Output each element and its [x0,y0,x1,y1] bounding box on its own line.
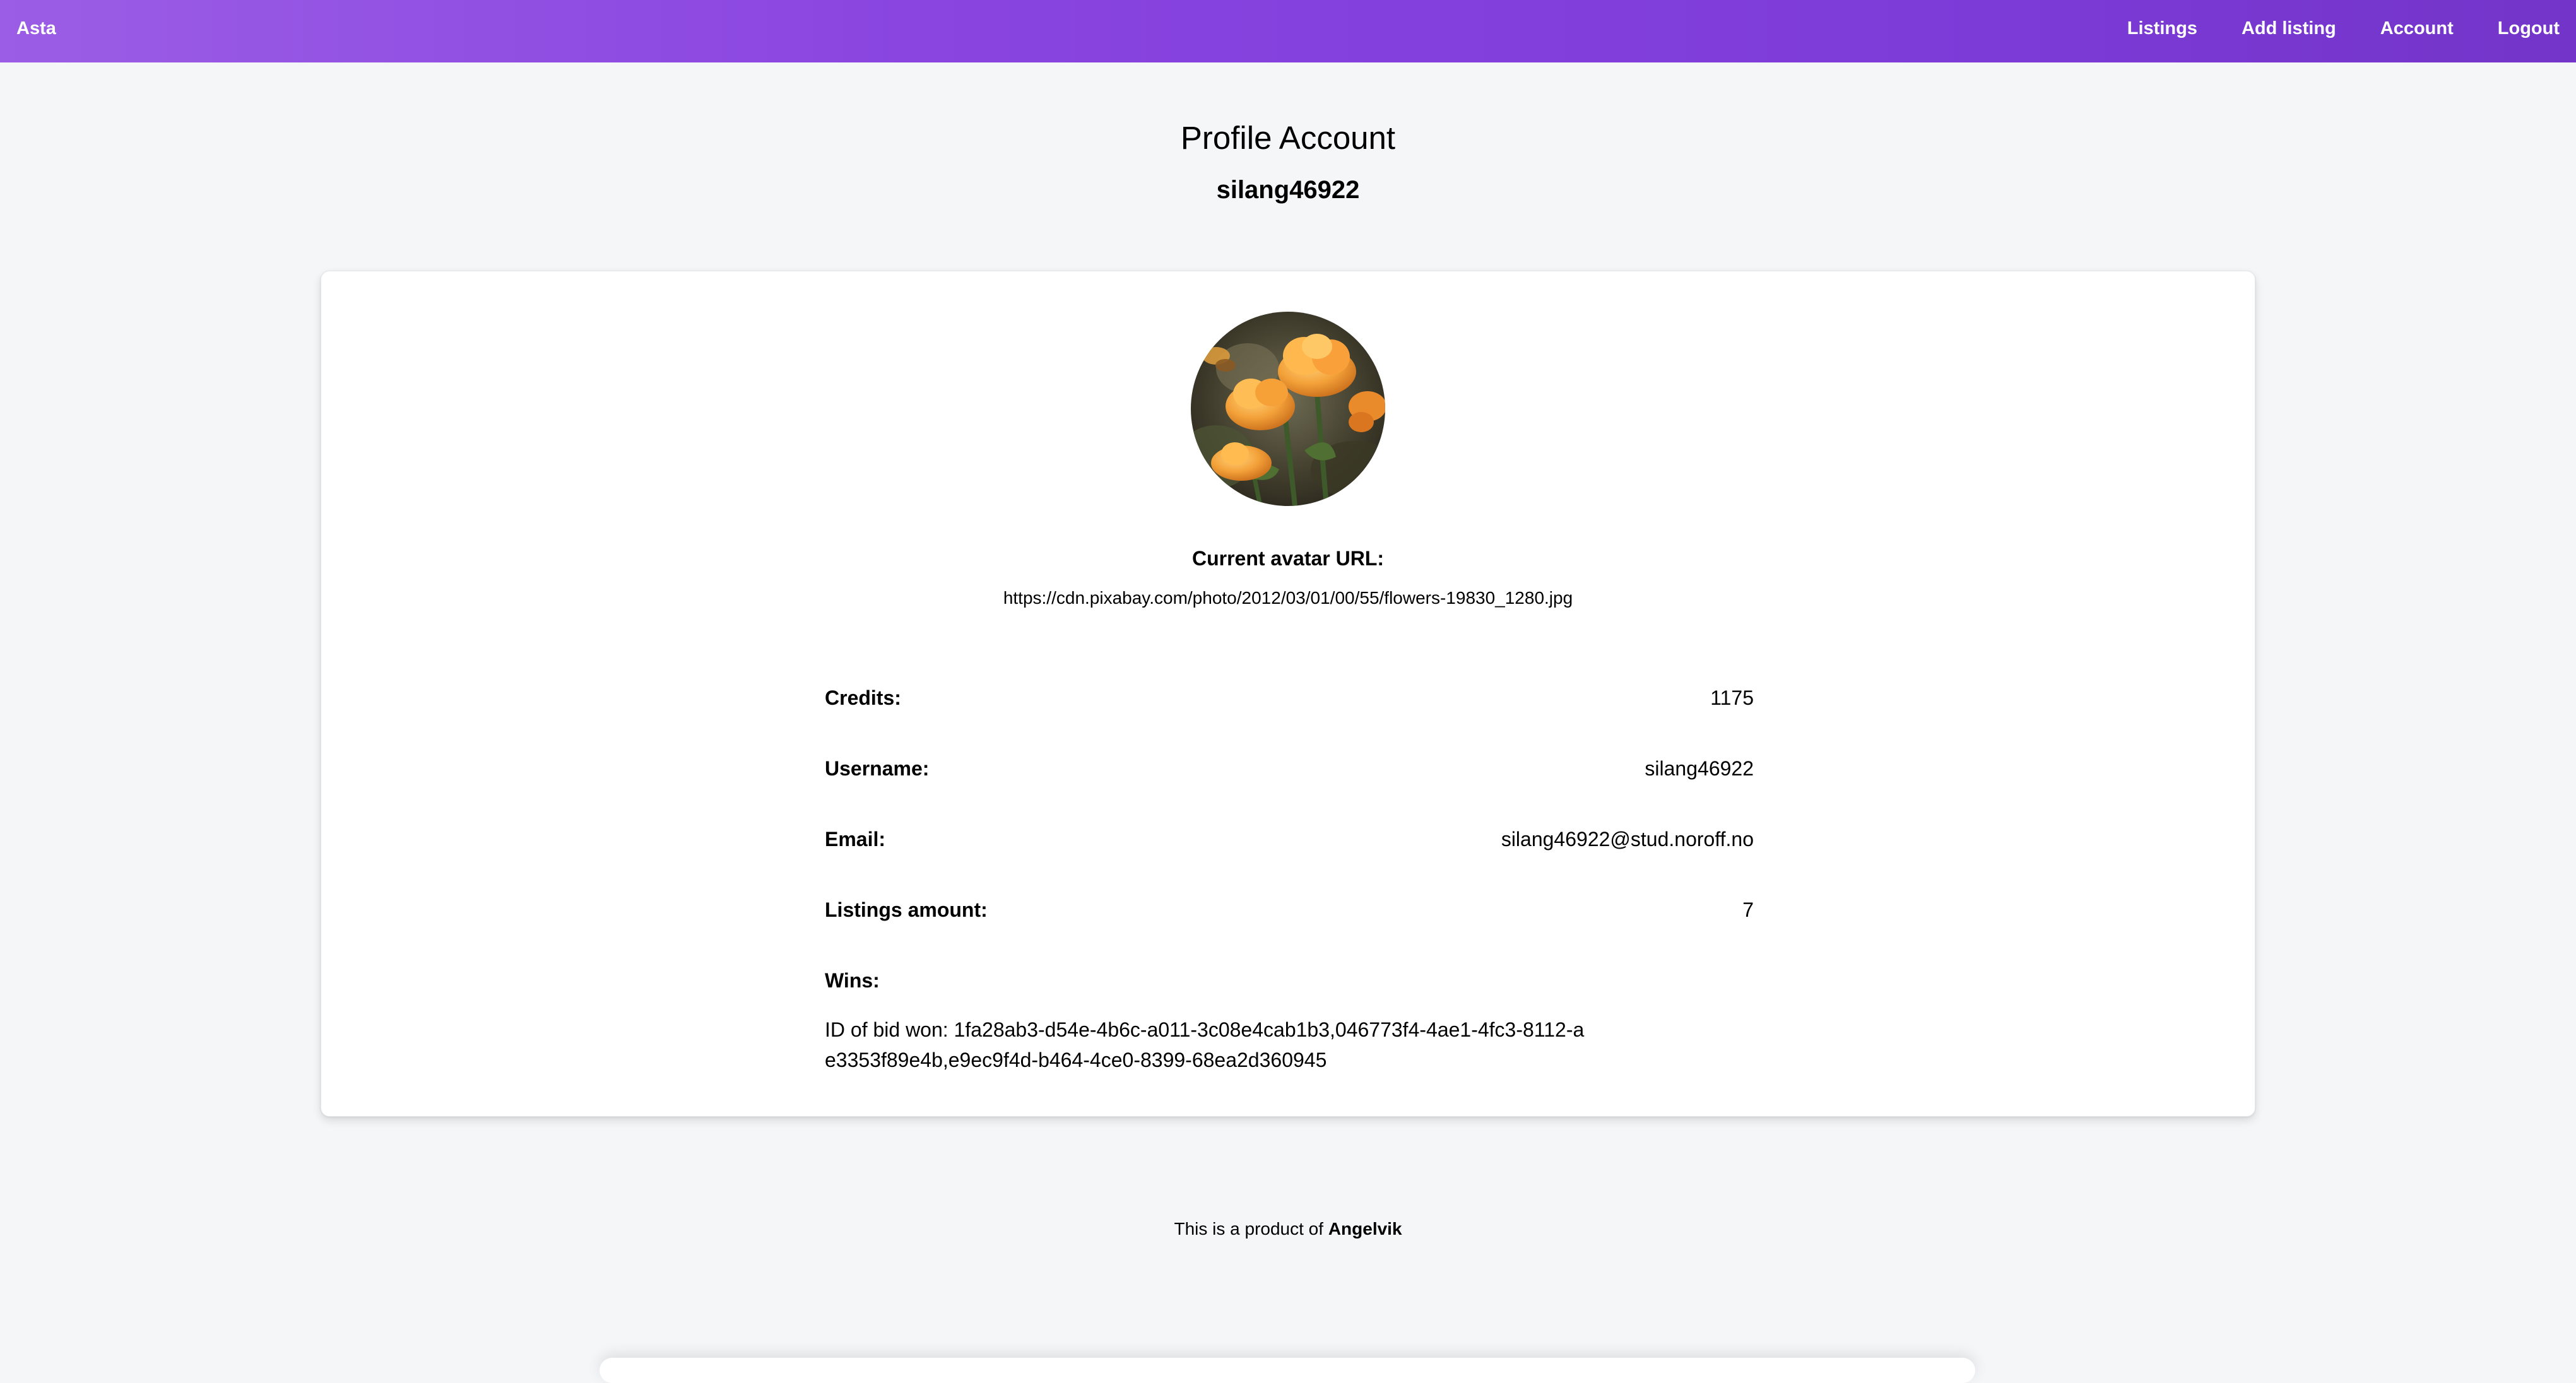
listings-amount-value: 7 [1742,898,1754,921]
footer-brand: Angelvik [1328,1219,1402,1239]
credits-label: Credits: [825,686,901,709]
detail-row-wins: Wins: [825,967,1754,994]
avatar [1191,312,1385,506]
footer-text: This is a product of [1174,1219,1324,1239]
avatar-image [1191,312,1385,506]
detail-row-credits: Credits: 1175 [825,684,1754,712]
avatar-url-label: Current avatar URL: [1191,547,1385,570]
bottom-overlay-panel-edge [600,1358,1975,1383]
nav-links: Listings Add listing Account Logout [2127,0,2576,62]
detail-row-listings-amount: Listings amount: 7 [825,896,1754,924]
page-title: Profile Account [1180,120,1396,156]
nav-link-account[interactable]: Account [2380,18,2454,45]
wins-bid-ids: ID of bid won: 1fa28ab3-d54e-4b6c-a011-3… [825,1018,1585,1071]
username-label: Username: [825,757,930,780]
page-footer: This is a product of Angelvik [0,1216,2576,1242]
top-navbar: Asta Listings Add listing Account Logout [0,0,2576,62]
profile-card: Current avatar URL: https://cdn.pixabay.… [321,271,2255,1117]
detail-row-email: Email: silang46922@stud.noroff.no [825,825,1754,853]
credits-value: 1175 [1710,686,1754,709]
profile-username-heading: silang46922 [1216,176,1360,204]
detail-row-username: Username: silang46922 [825,755,1754,782]
nav-link-logout[interactable]: Logout [2498,18,2560,45]
brand-link[interactable]: Asta [16,0,56,62]
email-label: Email: [825,828,886,850]
wins-label: Wins: [825,969,880,992]
username-value: silang46922 [1645,757,1754,780]
nav-link-listings[interactable]: Listings [2127,18,2197,45]
nav-link-add-listing[interactable]: Add listing [2242,18,2336,45]
email-value: silang46922@stud.noroff.no [1501,828,1754,850]
listings-amount-label: Listings amount: [825,898,988,921]
avatar-url-value: https://cdn.pixabay.com/photo/2012/03/01… [1003,588,1573,608]
